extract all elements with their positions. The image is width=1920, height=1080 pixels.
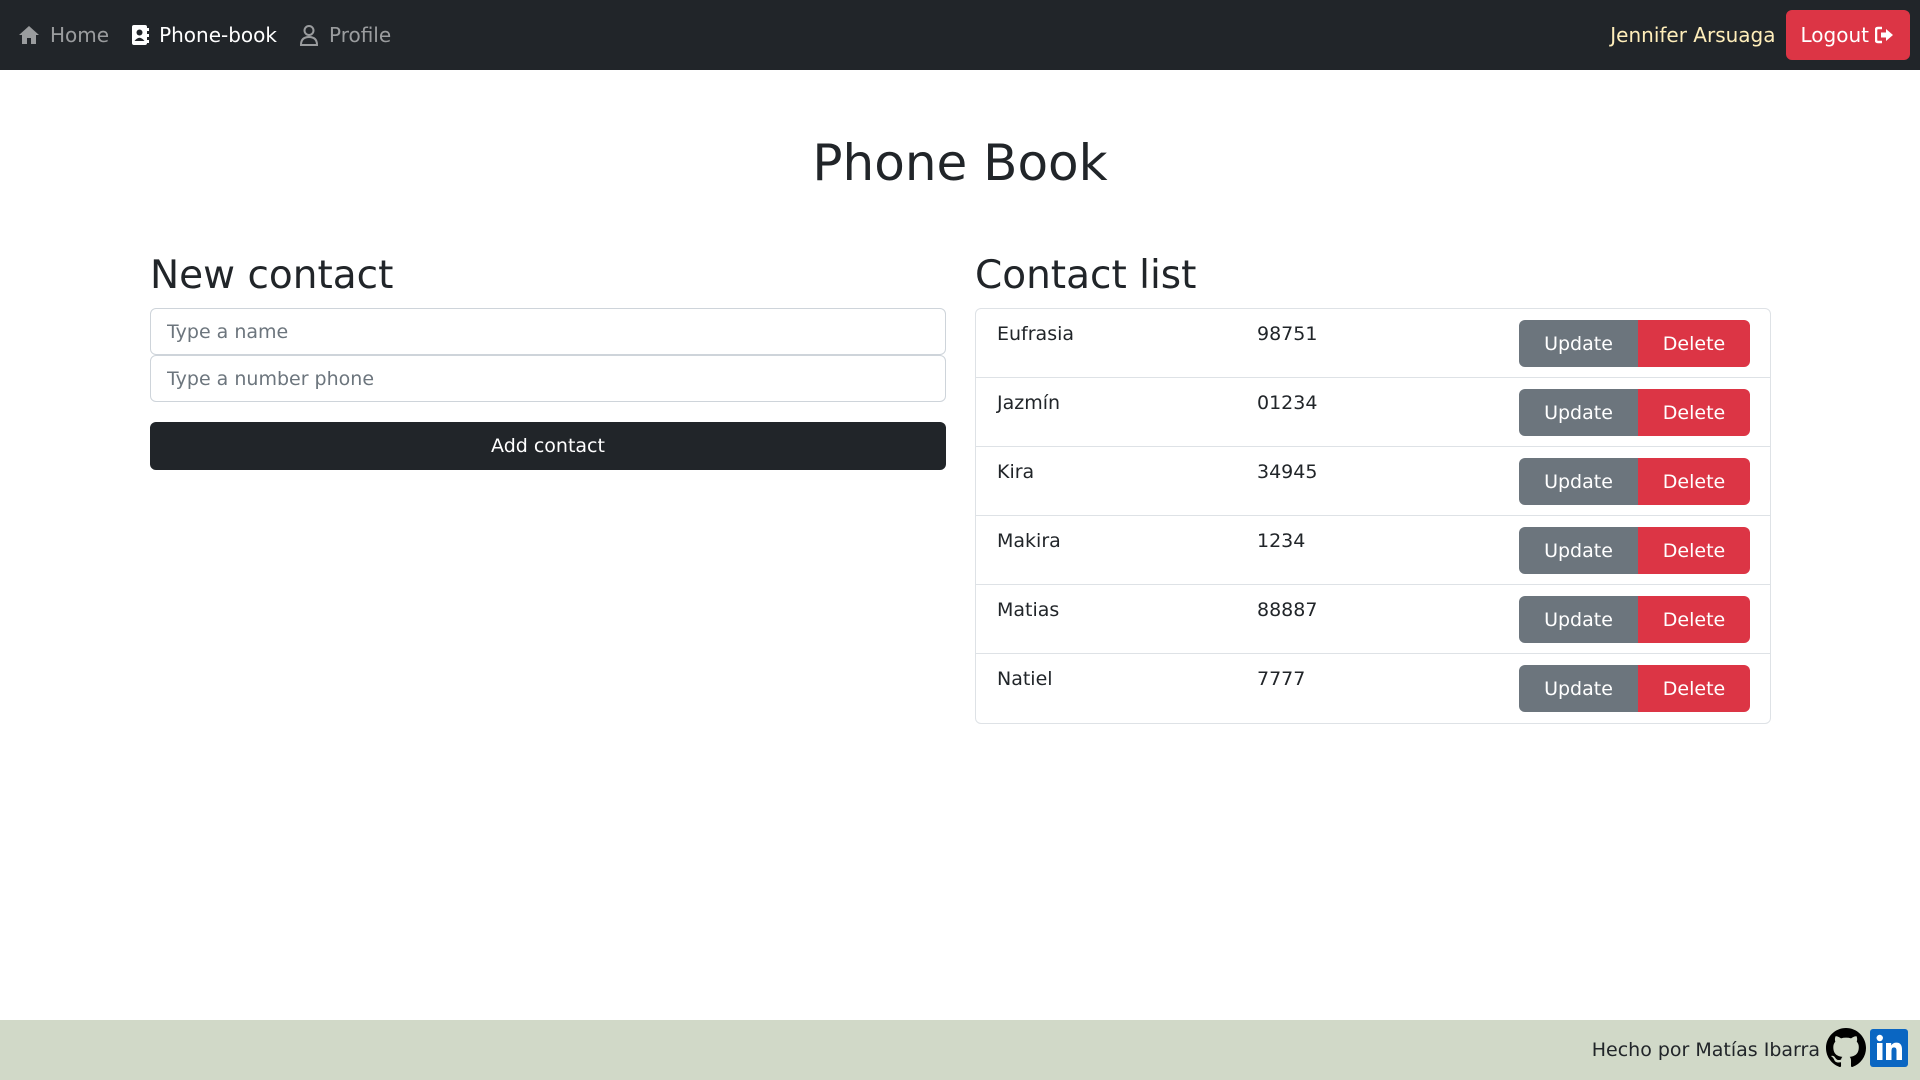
contact-list: Eufrasia 98751 Update Delete Jazmín 0123… <box>975 308 1771 724</box>
github-icon <box>1826 1028 1866 1068</box>
contact-actions: Update Delete <box>1519 665 1750 712</box>
contact-phone: 98751 <box>1257 323 1318 345</box>
logout-button[interactable]: Logout <box>1785 10 1910 60</box>
delete-button[interactable]: Delete <box>1638 596 1750 643</box>
linkedin-icon <box>1870 1029 1908 1067</box>
footer-credits: Hecho por Matías Ibarra <box>1591 1028 1908 1072</box>
name-input[interactable] <box>150 308 946 355</box>
contact-name: Makira <box>997 530 1061 552</box>
contact-phone: 34945 <box>1257 461 1318 483</box>
contact-actions: Update Delete <box>1519 389 1750 436</box>
nav-link-profile-label: Profile <box>328 23 392 47</box>
delete-button[interactable]: Delete <box>1638 320 1750 367</box>
new-contact-form: New contact Add contact <box>150 250 946 470</box>
delete-button[interactable]: Delete <box>1638 527 1750 574</box>
contact-row: Natiel 7777 Update Delete <box>976 654 1770 723</box>
user-icon <box>299 25 318 46</box>
nav-links: Home Phone-book Profile <box>18 0 391 70</box>
contact-actions: Update Delete <box>1519 596 1750 643</box>
delete-button[interactable]: Delete <box>1638 665 1750 712</box>
home-icon <box>19 26 39 44</box>
contact-row: Makira 1234 Update Delete <box>976 516 1770 585</box>
delete-button[interactable]: Delete <box>1638 458 1750 505</box>
contact-name: Matias <box>997 599 1060 621</box>
nav-user-area: Jennifer Arsuaga Logout <box>1610 10 1910 60</box>
user-name: Jennifer Arsuaga <box>1610 23 1776 47</box>
add-contact-button[interactable]: Add contact <box>150 422 946 470</box>
footer: Hecho por Matías Ibarra <box>0 1020 1920 1080</box>
update-button[interactable]: Update <box>1519 527 1638 574</box>
nav-link-phone-book-label: Phone-book <box>159 23 277 47</box>
contact-name: Natiel <box>997 668 1053 690</box>
contact-list-section: Contact list Eufrasia 98751 Update Delet… <box>975 250 1771 724</box>
contact-name: Eufrasia <box>997 323 1075 345</box>
contact-actions: Update Delete <box>1519 320 1750 367</box>
contact-phone: 7777 <box>1257 668 1306 690</box>
nav-link-phone-book[interactable]: Phone-book <box>131 23 277 47</box>
nav-link-home-label: Home <box>50 23 110 47</box>
contact-row: Jazmín 01234 Update Delete <box>976 378 1770 447</box>
linkedin-link[interactable] <box>1870 1029 1908 1071</box>
new-contact-title: New contact <box>150 253 394 298</box>
contact-row: Matias 88887 Update Delete <box>976 585 1770 654</box>
update-button[interactable]: Update <box>1519 320 1638 367</box>
phone-input[interactable] <box>150 355 946 402</box>
github-link[interactable] <box>1826 1028 1866 1072</box>
top-navbar: Home Phone-book Profile Jennifer Arsuaga… <box>0 0 1920 70</box>
page-title: Phone Book <box>812 134 1108 192</box>
delete-button[interactable]: Delete <box>1638 389 1750 436</box>
contact-name: Jazmín <box>997 392 1061 414</box>
nav-link-home[interactable]: Home <box>18 23 109 47</box>
address-book-icon <box>132 25 150 45</box>
contact-row: Eufrasia 98751 Update Delete <box>976 309 1770 378</box>
logout-label: Logout <box>1800 23 1869 47</box>
contact-name: Kira <box>997 461 1035 483</box>
update-button[interactable]: Update <box>1519 389 1638 436</box>
nav-link-profile[interactable]: Profile <box>299 23 391 47</box>
update-button[interactable]: Update <box>1519 458 1638 505</box>
contact-actions: Update Delete <box>1519 527 1750 574</box>
footer-credit-text: Hecho por Matías Ibarra <box>1591 1039 1820 1061</box>
contact-list-title: Contact list <box>975 253 1197 298</box>
contact-row: Kira 34945 Update Delete <box>976 447 1770 516</box>
update-button[interactable]: Update <box>1519 596 1638 643</box>
contact-phone: 1234 <box>1257 530 1306 552</box>
contact-phone: 88887 <box>1257 599 1318 621</box>
contact-actions: Update Delete <box>1519 458 1750 505</box>
update-button[interactable]: Update <box>1519 665 1638 712</box>
sign-out-icon <box>1875 26 1893 44</box>
contact-phone: 01234 <box>1257 392 1318 414</box>
